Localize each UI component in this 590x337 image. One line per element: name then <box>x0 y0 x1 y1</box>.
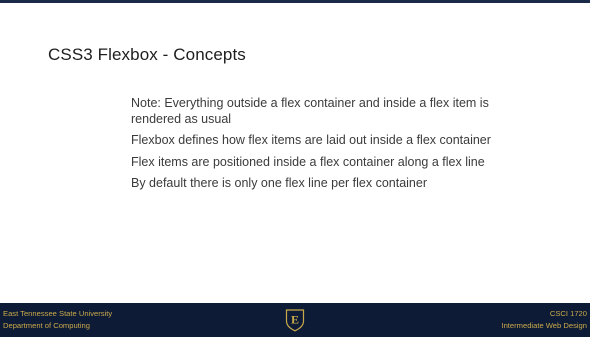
logo-letter: E <box>291 313 299 327</box>
bullet-item: Note: Everything outside a flex containe… <box>131 96 489 126</box>
bullet-item: Flex items are positioned inside a flex … <box>131 154 485 169</box>
footer-department: Department of Computing <box>3 321 90 330</box>
slide-title: CSS3 Flexbox - Concepts <box>48 45 246 64</box>
bullet-item: Flexbox defines how flex items are laid … <box>131 133 491 147</box>
footer-course-name: Intermediate Web Design <box>501 321 587 330</box>
slide: CSS3 Flexbox - Concepts Note: Everything… <box>0 0 590 337</box>
footer-course-number: CSCI 1720 <box>549 309 587 318</box>
footer-institution: East Tennessee State University Departme… <box>3 308 112 332</box>
footer-university: East Tennessee State University <box>3 309 113 318</box>
top-border <box>0 0 590 3</box>
bullet-item: By default there is only one flex line p… <box>131 176 428 190</box>
etsu-shield-logo-icon: E <box>285 309 305 332</box>
footer-bar: East Tennessee State University Departme… <box>0 303 590 337</box>
bullet-list: Note: Everything outside a flex containe… <box>131 96 531 198</box>
footer-course: CSCI 1720 Intermediate Web Design <box>501 308 587 332</box>
